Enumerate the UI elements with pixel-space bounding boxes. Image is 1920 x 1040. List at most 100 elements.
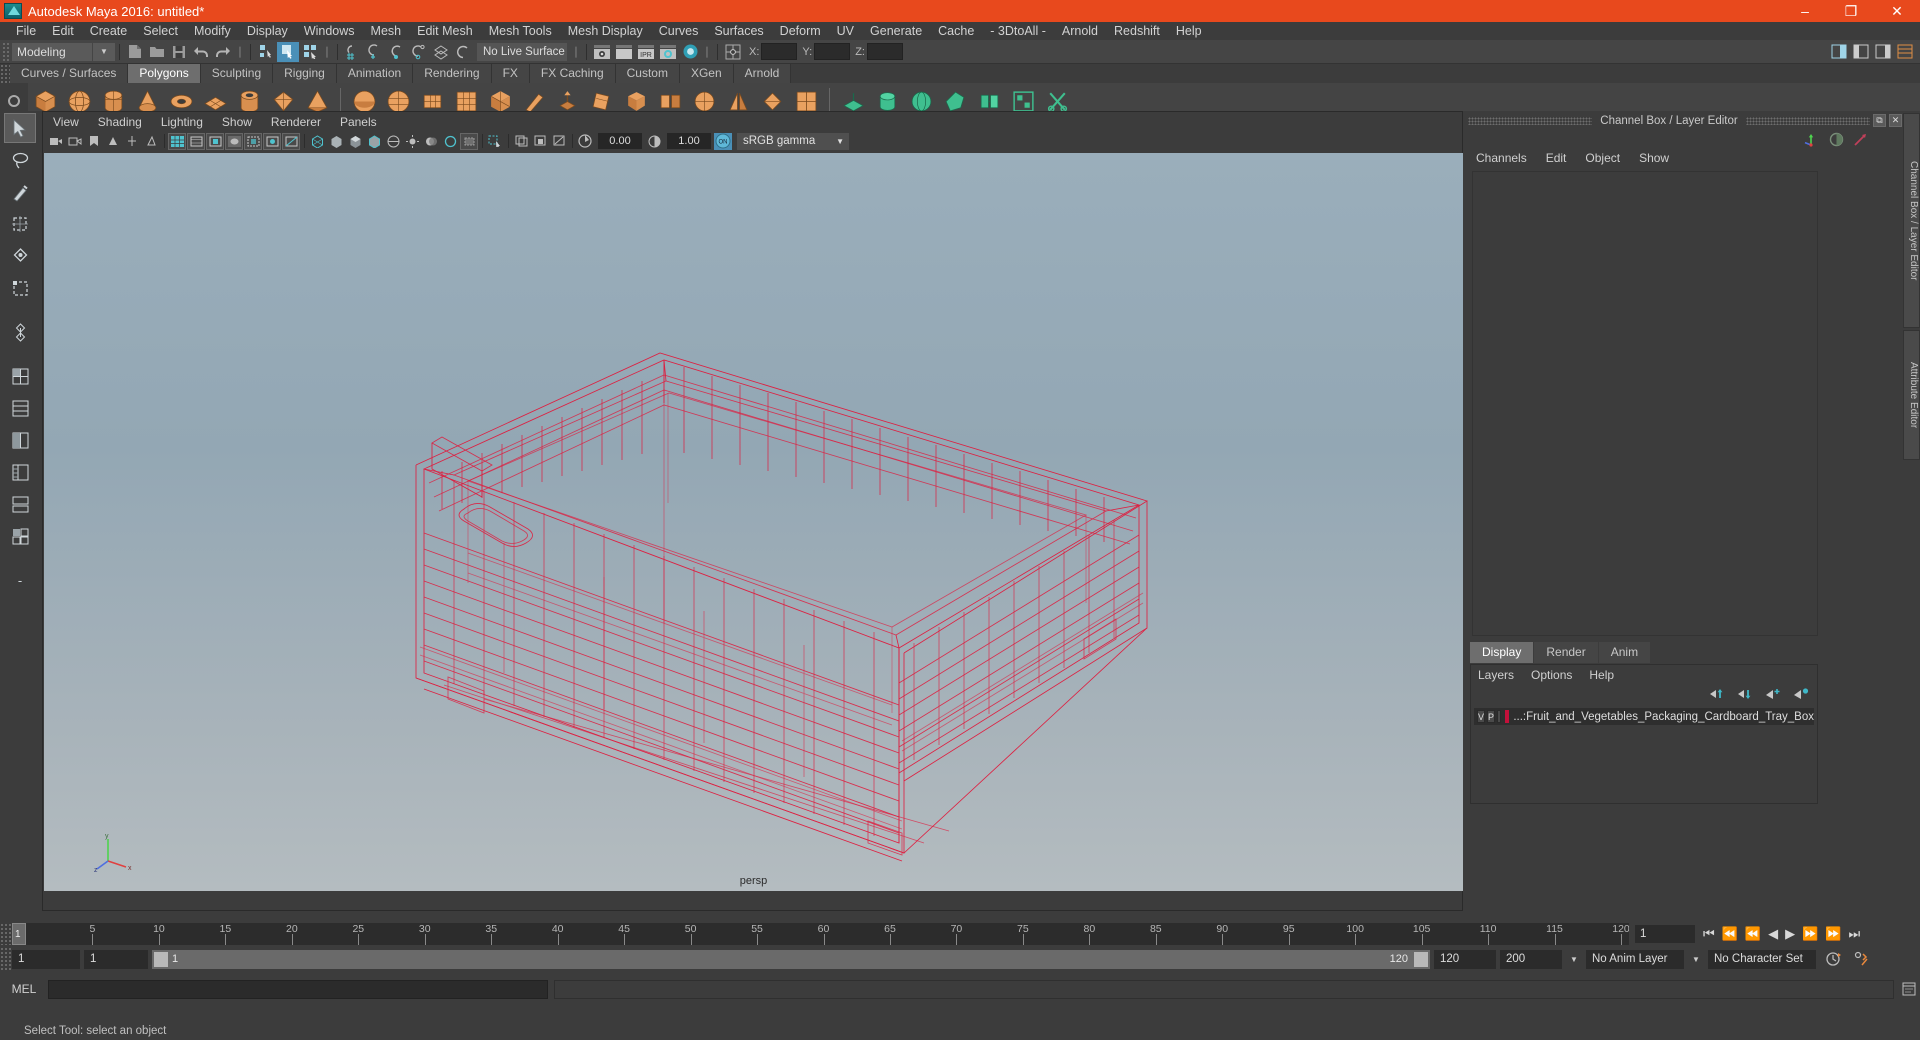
gate-mask-icon[interactable] (225, 132, 243, 150)
menu-item-edit[interactable]: Edit (44, 22, 82, 40)
render-sequence-icon[interactable] (613, 42, 635, 62)
shelf-tab-animation[interactable]: Animation (336, 64, 414, 83)
bookmark-icon[interactable] (85, 133, 103, 150)
shelf-tab-polygons[interactable]: Polygons (128, 64, 201, 83)
ambient-occlusion-icon[interactable] (441, 133, 459, 150)
shelf-grip[interactable] (0, 64, 10, 83)
anim-start-field[interactable]: 1 (84, 949, 148, 969)
render-settings-icon[interactable] (657, 42, 679, 62)
current-frame-field[interactable]: 1 (1635, 925, 1695, 943)
textured-icon[interactable] (384, 133, 402, 150)
menu-item-mesh-tools[interactable]: Mesh Tools (481, 22, 560, 40)
channel-box-menu-show[interactable]: Show (1639, 151, 1669, 165)
coord-z-field[interactable] (866, 43, 903, 60)
menu-item-windows[interactable]: Windows (296, 22, 363, 40)
menu-item-create[interactable]: Create (82, 22, 136, 40)
menu-item-modify[interactable]: Modify (186, 22, 239, 40)
isolate-select-icon[interactable] (486, 133, 504, 150)
new-scene-icon[interactable] (124, 42, 146, 62)
layout-outliner-persp-button[interactable] (4, 457, 36, 487)
shelf-tab-custom[interactable]: Custom (615, 64, 680, 83)
save-scene-icon[interactable] (168, 42, 190, 62)
two-sided-lighting-icon[interactable] (123, 133, 141, 150)
xray-joints-icon[interactable] (263, 132, 281, 150)
panel-drag-dots-left[interactable] (1468, 116, 1593, 125)
motion-blur-icon[interactable] (460, 132, 478, 150)
wireframe-on-shaded-icon[interactable] (365, 133, 383, 150)
menu-item-3dtoall[interactable]: - 3DtoAll - (982, 22, 1054, 40)
shelf-tab-fx-caching[interactable]: FX Caching (529, 64, 616, 83)
menu-item-file[interactable]: File (8, 22, 44, 40)
statusline-grip[interactable] (2, 41, 10, 62)
show-tool-settings-icon[interactable] (1850, 42, 1872, 62)
range-slider-grip[interactable] (0, 947, 12, 971)
select-camera-icon[interactable] (47, 133, 65, 150)
channel-box-menu-edit[interactable]: Edit (1546, 151, 1567, 165)
snap-to-point-icon[interactable] (386, 42, 408, 62)
layer-tab-display[interactable]: Display (1470, 642, 1534, 663)
layout-single-button[interactable] (4, 361, 36, 391)
scale-tool-button[interactable] (4, 273, 36, 303)
step-back-keyframe-icon[interactable]: ⏪ (1722, 926, 1738, 942)
menu-item-mesh-display[interactable]: Mesh Display (560, 22, 651, 40)
go-to-start-icon[interactable]: ⏮ (1703, 926, 1715, 942)
range-slider-left-handle[interactable] (154, 951, 168, 967)
viewport-menu-shading[interactable]: Shading (98, 115, 142, 129)
viewport-canvas[interactable]: y x z persp (44, 153, 1463, 891)
close-button[interactable]: ✕ (1874, 0, 1920, 22)
select-by-object-type-icon[interactable] (277, 41, 299, 62)
move-layer-down-icon[interactable] (1737, 688, 1753, 700)
grid-toggle-icon[interactable] (168, 132, 186, 150)
time-slider-track[interactable]: 1 5 10 15 20 25 30 35 40 45 50 55 60 65 70 75 80 85 90 95 1… (12, 923, 1629, 945)
show-attribute-editor-icon[interactable] (1828, 42, 1850, 62)
redo-icon[interactable] (212, 42, 234, 62)
snap-to-grid-icon[interactable] (342, 42, 364, 62)
show-outliner-icon[interactable] (1894, 42, 1916, 62)
layer-tab-anim[interactable]: Anim (1598, 642, 1651, 663)
half-circle-icon[interactable] (1829, 132, 1844, 147)
step-back-frame-icon[interactable]: ⏪ (1745, 926, 1761, 942)
shelf-tab-fx[interactable]: FX (491, 64, 530, 83)
menu-item-redshift[interactable]: Redshift (1106, 22, 1168, 40)
layout-hypergraph-button[interactable] (4, 489, 36, 519)
layer-color-swatch[interactable] (1505, 710, 1510, 723)
channel-box-content[interactable] (1472, 171, 1818, 636)
viewport-menu-view[interactable]: View (53, 115, 79, 129)
shelf-tab-xgen[interactable]: XGen (679, 64, 734, 83)
menu-item-help[interactable]: Help (1168, 22, 1210, 40)
layer-row[interactable]: V P ...:Fruit_and_Vegetables_Packaging_C… (1474, 708, 1814, 725)
menu-item-curves[interactable]: Curves (651, 22, 707, 40)
gamma-value-field[interactable]: 1.00 (667, 133, 711, 149)
menu-set-chevron-down-icon[interactable]: ▼ (93, 42, 115, 61)
script-editor-icon[interactable] (1898, 982, 1920, 996)
menu-item-arnold[interactable]: Arnold (1054, 22, 1106, 40)
snap-to-view-planes-icon[interactable] (430, 42, 452, 62)
snap-to-curve-icon[interactable] (364, 42, 386, 62)
shelf-tab-rigging[interactable]: Rigging (273, 64, 337, 83)
remove-image-icon[interactable] (550, 133, 568, 150)
viewport-menu-show[interactable]: Show (222, 115, 252, 129)
lasso-tool-button[interactable] (4, 145, 36, 175)
close-panel-icon[interactable]: ✕ (1889, 114, 1903, 127)
snap-to-projected-center-icon[interactable] (408, 42, 430, 62)
resolution-gate-icon[interactable] (206, 132, 224, 150)
range-slider-bar[interactable]: 1 120 (152, 949, 1430, 969)
menu-item-deform[interactable]: Deform (772, 22, 829, 40)
channel-box-menu-object[interactable]: Object (1585, 151, 1620, 165)
anim-layer-chevron-down-icon[interactable]: ▼ (1688, 950, 1704, 969)
select-by-hierarchy-icon[interactable] (255, 42, 277, 62)
menu-item-select[interactable]: Select (135, 22, 186, 40)
anim-end-field[interactable]: 120 (1434, 949, 1496, 969)
channel-box-menu-channels[interactable]: Channels (1476, 151, 1527, 165)
wireframe-shading-icon[interactable] (308, 133, 326, 150)
anim-layer-field[interactable]: No Anim Layer (1586, 949, 1684, 969)
sidetab-channel-box-layer-editor[interactable]: Channel Box / Layer Editor (1903, 113, 1920, 328)
menu-item-edit-mesh[interactable]: Edit Mesh (409, 22, 481, 40)
layer-visibility-toggle[interactable]: V (1477, 710, 1486, 723)
time-slider-grip[interactable] (0, 923, 12, 945)
playback-options-chevron-down-icon[interactable]: ▼ (1566, 950, 1582, 969)
viewport-menu-panels[interactable]: Panels (340, 115, 377, 129)
layer-display-type-toggle[interactable] (1497, 710, 1502, 723)
exposure-value-field[interactable]: 0.00 (598, 133, 642, 149)
select-by-component-type-icon[interactable] (299, 42, 321, 62)
